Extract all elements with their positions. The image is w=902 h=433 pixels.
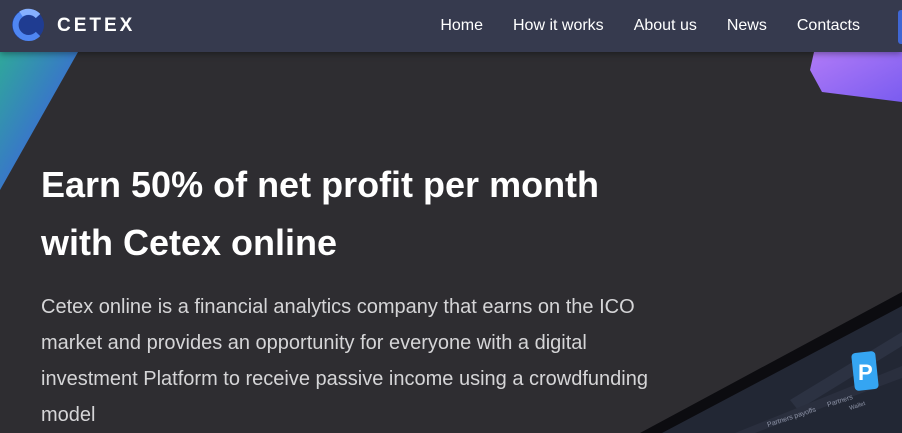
hero-description: Cetex online is a financial analytics co… bbox=[41, 296, 648, 426]
app-badge-text: P bbox=[858, 360, 873, 385]
hero-headline: Earn 50% of net profit per month with Ce… bbox=[41, 164, 600, 263]
brand-name[interactable]: CETEX bbox=[57, 15, 135, 37]
top-navigation-bar: CETEX Home How it works About us News Co… bbox=[0, 0, 902, 52]
nav-home-link[interactable]: Home bbox=[440, 17, 483, 35]
nav-contacts-link[interactable]: Contacts bbox=[797, 17, 860, 35]
platform-device-preview: P Partners payoffs Partners Wallet bbox=[640, 292, 902, 433]
main-nav: Home How it works About us News Contacts bbox=[440, 0, 860, 52]
nav-news-link[interactable]: News bbox=[727, 17, 767, 35]
nav-about-us-link[interactable]: About us bbox=[634, 17, 697, 35]
decorative-gradient-shape-right bbox=[810, 52, 902, 102]
nav-how-it-works-link[interactable]: How it works bbox=[513, 17, 604, 35]
cropped-header-button[interactable] bbox=[898, 10, 902, 44]
cetex-logo-icon[interactable] bbox=[10, 7, 46, 43]
